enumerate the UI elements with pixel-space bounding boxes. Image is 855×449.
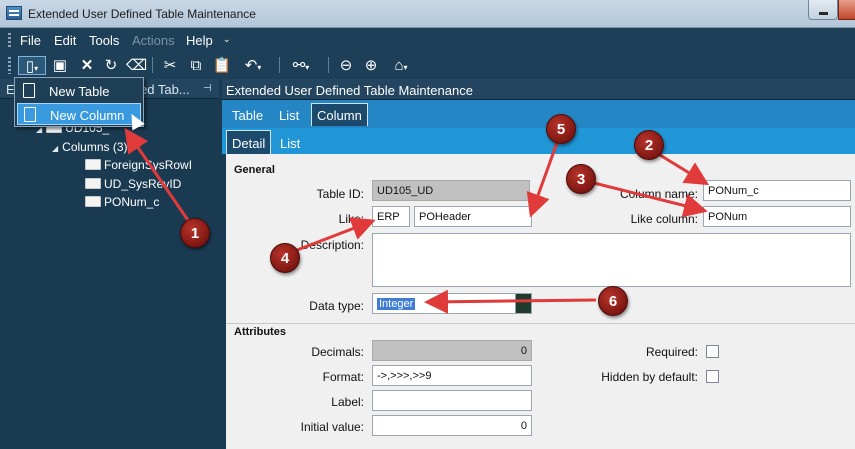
paste-icon[interactable]: 📋	[212, 56, 232, 75]
minimize-button[interactable]	[808, 0, 838, 20]
dropdown-arrow-icon[interactable]	[515, 294, 531, 313]
format-label: Format:	[322, 370, 364, 384]
main-tabs: Table List Column	[222, 100, 855, 128]
like-database-field[interactable]: ERP	[372, 206, 410, 227]
menu-grip	[8, 33, 11, 47]
undo-icon[interactable]: ↶▾	[238, 56, 268, 75]
window-title: Extended User Defined Table Maintenance	[28, 7, 256, 21]
column-detail-form: General Table ID: UD105_UD Like: ERP POH…	[226, 154, 855, 449]
callout-badge-2: 2	[634, 130, 664, 160]
column-name-label: Column name:	[619, 187, 698, 201]
callout-badge-4: 4	[270, 243, 300, 273]
callout-badge-3: 3	[566, 164, 596, 194]
tree-view: ◢ UD105_ ◢ Columns (3) ForeignSysRowI UD_S…	[0, 99, 219, 449]
new-column-icon	[24, 107, 36, 122]
new-dropdown-menu: New Table New Column	[14, 77, 144, 127]
callout-badge-6: 6	[598, 286, 628, 316]
menu-file[interactable]: File	[20, 33, 41, 48]
delete-icon[interactable]: ✕	[77, 56, 97, 75]
initial-value-label: Initial value:	[300, 420, 364, 434]
pin-icon[interactable]: ⊣	[203, 83, 212, 94]
app-icon	[6, 6, 22, 20]
column-name-field[interactable]: PONum_c	[703, 180, 851, 201]
tab-column[interactable]: Column	[311, 103, 368, 126]
back-icon[interactable]: ⊖	[336, 56, 356, 75]
hidden-by-default-label: Hidden by default:	[601, 370, 698, 384]
copy-icon[interactable]: ⧉	[186, 56, 206, 75]
data-type-combo[interactable]: Integer	[372, 293, 532, 314]
tab-list[interactable]: List	[279, 108, 299, 123]
tab-table[interactable]: Table	[232, 108, 263, 123]
label-field[interactable]	[372, 390, 532, 411]
required-checkbox[interactable]	[706, 345, 719, 358]
decimals-field[interactable]: 0	[372, 340, 532, 361]
callout-badge-1: 1	[180, 218, 210, 248]
cut-icon[interactable]: ✂	[160, 56, 180, 75]
tab-sub-list[interactable]: List	[280, 136, 300, 151]
menu-bar: File Edit Tools Actions Help ⌄	[0, 28, 855, 52]
initial-value-field[interactable]: 0	[372, 415, 532, 436]
panel-title: Extended User Defined Table Maintenance	[226, 83, 473, 98]
menu-actions[interactable]: Actions	[132, 33, 175, 48]
hidden-by-default-checkbox[interactable]	[706, 370, 719, 383]
sub-tabs: Detail List	[222, 128, 855, 154]
section-general: General	[234, 164, 275, 176]
menu-edit[interactable]: Edit	[54, 33, 76, 48]
callout-badge-5: 5	[546, 114, 576, 144]
toolbar-separator	[279, 57, 280, 73]
table-id-label: Table ID:	[316, 187, 364, 201]
tree-panel-title: ed Tab...	[140, 82, 190, 97]
toolbar-separator	[328, 57, 329, 73]
new-icon[interactable]: ▯▾	[18, 56, 46, 75]
clear-icon[interactable]: ⌫	[126, 56, 147, 75]
tree-node-column-selected[interactable]: PONum_c	[85, 195, 159, 209]
refresh-icon[interactable]: ↻	[101, 56, 121, 75]
format-field[interactable]: ->,>>>,>>9	[372, 365, 532, 386]
folder-icon	[85, 159, 101, 170]
menu-tools[interactable]: Tools	[89, 33, 119, 48]
panel-header: Extended User Defined Table Maintenance	[222, 79, 855, 100]
like-column-label: Like column:	[630, 212, 698, 226]
section-attributes: Attributes	[234, 326, 286, 338]
data-type-value: Integer	[377, 298, 416, 310]
close-button[interactable]	[838, 0, 855, 20]
like-table-field[interactable]: POHeader	[414, 206, 532, 227]
tree-node-column[interactable]: UD_SysRevID	[85, 177, 181, 191]
tab-detail[interactable]: Detail	[226, 130, 272, 154]
menu-item-new-column[interactable]: New Column	[17, 103, 141, 125]
save-icon[interactable]: ▣	[50, 56, 70, 75]
tree-node-column[interactable]: ForeignSysRowI	[85, 158, 192, 172]
required-label: Required:	[645, 345, 698, 359]
tree-node-columns[interactable]: ◢ Columns (3)	[52, 140, 128, 154]
data-type-label: Data type:	[309, 299, 364, 313]
label-label: Label:	[331, 395, 364, 409]
expand-icon[interactable]: ◢	[52, 144, 58, 153]
toolbar-separator	[152, 57, 153, 73]
decimals-label: Decimals:	[311, 345, 364, 359]
forward-icon[interactable]: ⊕	[361, 56, 381, 75]
toolbar-grip	[8, 57, 11, 74]
menu-help[interactable]: Help	[186, 33, 213, 48]
folder-icon	[85, 196, 101, 207]
like-label: Like:	[338, 212, 364, 226]
toolbar: ▯▾ ▣ ✕ ↻ ⌫ ✂ ⧉ 📋 ↶▾ ⚯▾ ⊖ ⊕ ⌂▾	[0, 52, 855, 79]
menu-overflow-icon[interactable]: ⌄	[223, 34, 231, 45]
description-field[interactable]	[372, 233, 851, 287]
search-icon[interactable]: ⚯▾	[286, 56, 316, 75]
home-icon[interactable]: ⌂▾	[386, 56, 416, 75]
menu-item-new-table[interactable]: New Table	[17, 80, 141, 102]
divider	[226, 323, 855, 324]
new-table-icon	[23, 83, 35, 98]
title-bar: Extended User Defined Table Maintenance	[0, 0, 855, 28]
table-id-field[interactable]: UD105_UD	[372, 180, 530, 201]
folder-icon	[85, 178, 101, 189]
like-column-field[interactable]: PONum	[703, 206, 851, 227]
